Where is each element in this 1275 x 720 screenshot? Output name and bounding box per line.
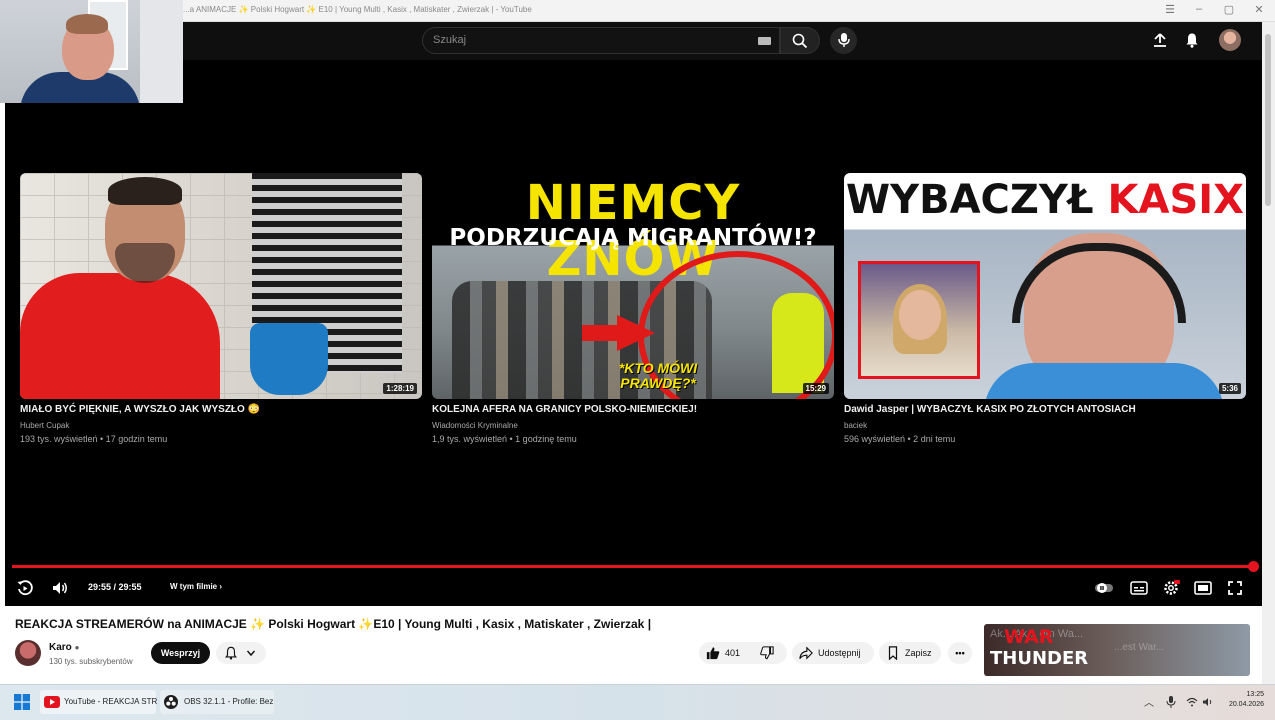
more-actions-button[interactable]: ••• [948,642,972,664]
thumbnail-headline: WYBACZYŁ KASIX [846,177,1244,223]
progress-bar[interactable] [12,565,1254,568]
video-meta: 596 wyświetleń • 2 dni temu [844,434,956,444]
notifications-bell-icon[interactable] [1184,32,1200,48]
channel-avatar[interactable] [15,640,41,666]
clock-time: 13:25 [1246,691,1264,698]
sidebar-ad-banner[interactable]: Ak... Ak... em Wa... ...est War... WAR T… [984,624,1250,676]
system-clock[interactable]: 13:25 20.04.2026 [1228,690,1264,710]
channel-name[interactable]: baciek [844,421,867,430]
scrollbar-thumb[interactable] [1265,34,1271,206]
tray-chevron-up-icon[interactable]: ︿ [1144,694,1154,709]
close-icon[interactable]: ✕ [1252,3,1266,16]
fullscreen-icon[interactable] [1227,580,1243,596]
thumbs-down-icon [760,646,774,660]
replay-icon[interactable] [16,579,34,597]
progress-scrubber[interactable] [1248,561,1259,572]
tab-list-icon[interactable]: ☰ [1163,3,1177,16]
more-horizontal-icon: ••• [955,648,965,658]
autoplay-toggle-icon[interactable] [1094,581,1114,595]
video-thumbnail[interactable]: 1:28:19 [20,173,422,399]
share-button[interactable]: Udostępnij [792,642,874,664]
channel-name-link[interactable]: Karo ● [49,642,79,653]
search-input[interactable]: Szukaj [422,27,780,54]
youtube-icon [44,696,60,708]
like-dislike-group: 401 [699,642,787,664]
window-title: ...a ANIMACJE ✨ Polski Hogwart ✨ E10 | Y… [183,5,532,14]
ad-brand-top: WAR [1004,626,1054,648]
share-label: Udostępnij [818,648,861,658]
share-icon [799,646,813,660]
upload-icon[interactable] [1152,32,1168,48]
browser-titlebar: ...a ANIMACJE ✨ Polski Hogwart ✨ E10 | Y… [0,0,1275,22]
volume-icon[interactable] [51,579,69,597]
video-thumbnail[interactable]: WYBACZYŁ KASIX 5:36 [844,173,1246,399]
subscriber-count: 130 tys. subskrybentów [49,657,133,666]
save-label: Zapisz [905,648,932,658]
taskbar-app-label: YouTube - REAKCJA STR [64,697,158,706]
bookmark-icon [888,646,898,660]
taskbar-app-label: OBS 32.1.1 - Profile: Bez [184,697,274,706]
clock-date: 20.04.2026 [1228,701,1264,708]
end-screen-card[interactable]: 1:28:19 MIAŁO BYĆ PIĘKNIE, A WYSZŁO JAK … [20,173,422,444]
microphone-tray-icon[interactable] [1166,696,1176,708]
keyboard-icon[interactable] [758,37,771,45]
voice-search-button[interactable] [830,27,857,54]
bell-icon [225,646,237,660]
video-meta: 193 tys. wyświetleń • 17 godzin temu [20,434,168,444]
dislike-button[interactable] [757,642,785,664]
theater-mode-icon[interactable] [1194,581,1212,595]
search-placeholder: Szukaj [433,34,467,46]
support-button[interactable]: Wesprzyj [151,642,210,664]
maximize-icon[interactable]: ▢ [1222,3,1236,16]
verified-icon: ● [74,643,80,652]
search-icon [792,33,808,49]
obs-icon [164,695,178,709]
minimize-icon[interactable]: – [1192,3,1206,15]
thumbs-up-icon [706,647,720,660]
video-title-link[interactable]: MIAŁO BYĆ PIĘKNIE, A WYSZŁO JAK WYSZŁO 😳 [20,404,422,415]
video-thumbnail[interactable]: NIEMCY ZNÓW PODRZUCAJĄ MIGRANTÓW!? *KTO … [432,173,834,399]
taskbar-app-obs[interactable]: OBS 32.1.1 - Profile: Bez [160,690,274,714]
webcam-overlay [0,0,183,103]
settings-gear-icon[interactable] [1162,579,1180,597]
channel-name[interactable]: Hubert Cupak [20,421,69,430]
ad-brand-name: THUNDER [990,648,1089,669]
subtitles-icon[interactable] [1130,581,1148,595]
speaker-icon[interactable] [1202,697,1214,707]
notification-settings-button[interactable] [216,642,266,664]
video-duration: 1:28:19 [383,383,417,394]
account-avatar[interactable] [1219,29,1241,51]
taskbar-app-youtube[interactable]: YouTube - REAKCJA STR [40,690,158,714]
windows-start-icon[interactable] [14,694,30,710]
video-title-link[interactable]: KOLEJNA AFERA NA GRANICY POLSKO-NIEMIECK… [432,404,834,415]
ad-background-text: ...est War... [1114,642,1165,653]
time-display: 29:55 / 29:55 [88,582,142,592]
channel-name[interactable]: Wiadomości Kryminalne [432,421,518,430]
like-button[interactable]: 401 [699,642,751,664]
video-meta: 1,9 tys. wyświetleń • 1 godzinę temu [432,434,577,444]
thumbnail-caption: *KTO MÓWI PRAWDĘ?* [618,360,698,391]
like-count: 401 [725,648,741,658]
wifi-icon[interactable] [1186,697,1198,707]
video-duration: 5:36 [1218,383,1241,394]
video-title-link[interactable]: Dawid Jasper | WYBACZYŁ KASIX PO ZŁOTYCH… [844,404,1246,415]
save-button[interactable]: Zapisz [879,642,941,664]
end-screen-card[interactable]: WYBACZYŁ KASIX 5:36 Dawid Jasper | WYBAC… [844,173,1246,444]
video-title: REAKCJA STREAMERÓW na ANIMACJE ✨ Polski … [15,617,652,631]
thumbnail-subheadline: PODRZUCAJĄ MIGRANTÓW!? [449,225,817,251]
chapters-button[interactable]: W tym filmie › [170,582,222,591]
video-duration: 15:29 [802,383,829,394]
chevron-down-icon [246,650,256,657]
microphone-icon [838,33,850,47]
end-screen-card[interactable]: NIEMCY ZNÓW PODRZUCAJĄ MIGRANTÓW!? *KTO … [432,173,834,444]
search-button[interactable] [780,27,820,54]
